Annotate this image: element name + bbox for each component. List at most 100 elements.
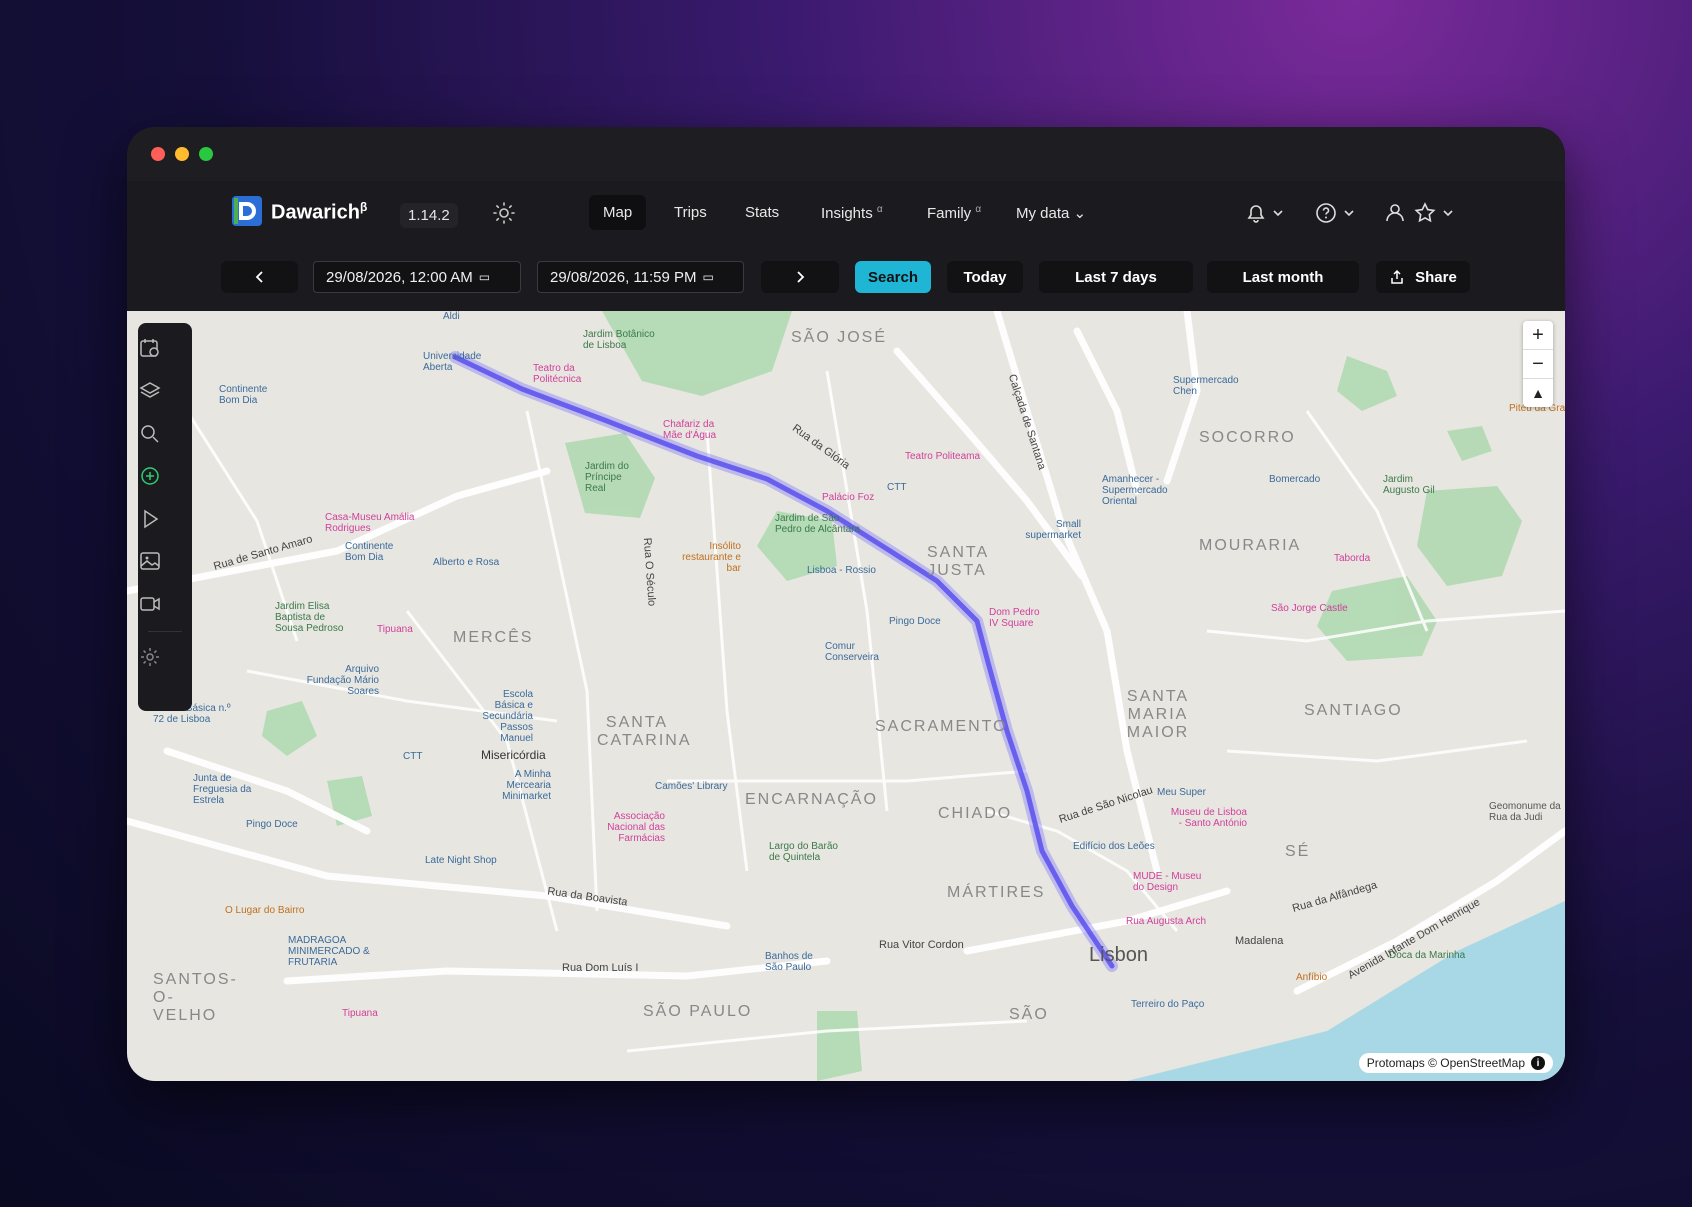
compass-reset-icon[interactable]: ▲ [1523,379,1553,407]
poi-dom-pedro[interactable]: Dom Pedro IV Square [989,607,1049,629]
map-canvas[interactable]: SÃO JOSÉ SOCORRO MOURARIA SANTA JUSTA ME… [127,311,1565,1081]
zoom-controls: + − ▲ [1523,321,1553,407]
poi-mude[interactable]: MUDE - Museu do Design [1133,871,1203,893]
search-icon[interactable] [138,422,162,446]
image-icon[interactable] [138,549,162,573]
poi-associacao-farmacias[interactable]: Associação Nacional das Farmácias [575,811,665,844]
last-month-button[interactable]: Last month [1207,261,1359,293]
poi-ctt-2[interactable]: CTT [403,751,422,762]
video-icon[interactable] [138,592,162,616]
poi-escola-passos-manuel[interactable]: Escola Básica e Secundária Passos Manuel [473,689,533,744]
poi-tipuana-1[interactable]: Tipuana [377,624,413,635]
poi-ctt[interactable]: CTT [887,482,906,493]
search-button[interactable]: Search [855,261,931,293]
poi-late-night-shop[interactable]: Late Night Shop [425,855,497,866]
poi-alberto-rosa[interactable]: Alberto e Rosa [433,557,499,568]
poi-rossio[interactable]: Lisboa - Rossio [807,565,876,576]
poi-madalena[interactable]: Madalena [1235,935,1283,947]
settings-gear-icon[interactable] [138,645,162,669]
poi-continente-2[interactable]: Continente Bom Dia [345,541,405,563]
poi-jardim-sao-pedro[interactable]: Jardim de São Pedro de Alcântara [775,513,865,535]
poi-largo-barao[interactable]: Largo do Barão de Quintela [769,841,839,863]
sun-icon[interactable] [492,201,516,225]
minimize-window-button[interactable] [175,147,189,161]
poi-pingo-doce-west[interactable]: Pingo Doce [246,819,298,830]
poi-junta-freguesia[interactable]: Junta de Freguesia da Estrela [193,773,273,806]
poi-supermercado-chen[interactable]: Supermercado Chen [1173,375,1253,397]
poi-camoes-library[interactable]: Camões' Library [655,781,728,792]
poi-tipuana-2[interactable]: Tipuana [342,1008,378,1019]
poi-universidade-aberta[interactable]: Universidade Aberta [423,351,483,373]
poi-geomonumento[interactable]: Geomonume da Rua da Judi [1489,801,1565,823]
calendar-clock-icon[interactable] [138,336,162,360]
district-santos-o-velho: SANTOS-O-VELHO [153,971,238,1024]
poi-pingo-doce-center[interactable]: Pingo Doce [889,616,941,627]
poi-banhos-sao-paulo[interactable]: Banhos de São Paulo [765,951,825,973]
last-7-days-button[interactable]: Last 7 days [1039,261,1193,293]
version-badge: 1.14.2 [400,203,458,228]
district-encarnacao: ENCARNAÇÃO [745,791,878,808]
maximize-window-button[interactable] [199,147,213,161]
nav-family[interactable]: Family α [913,195,995,231]
poi-taborda[interactable]: Taborda [1334,553,1370,564]
district-sao-jose: SÃO JOSÉ [791,329,888,346]
start-date-value: 29/08/2026, 12:00 AM [326,268,473,286]
poi-jardim-elisa[interactable]: Jardim Elisa Baptista de Sousa Pedroso [275,601,355,634]
next-day-button[interactable] [761,261,839,293]
poi-rua-augusta-arch[interactable]: Rua Augusta Arch [1126,916,1206,927]
poi-bomercado[interactable]: Bomercado [1269,474,1320,485]
zoom-out-button[interactable]: − [1523,350,1553,379]
user-icon[interactable] [1383,201,1407,225]
close-window-button[interactable] [151,147,165,161]
poi-arquivo[interactable]: Arquivo Fundação Mário Soares [299,664,379,697]
map-tools-sidebar [138,323,192,711]
star-icon[interactable] [1413,201,1457,225]
poi-meu-super[interactable]: Meu Super [1157,787,1206,798]
poi-jardim-principe-real[interactable]: Jardim do Príncipe Real [585,461,645,494]
nav-map[interactable]: Map [589,195,647,230]
poi-insolito[interactable]: Insólito restaurante e bar [671,541,741,574]
today-button[interactable]: Today [947,261,1023,293]
notifications-bell-icon[interactable] [1243,201,1287,225]
play-icon[interactable] [138,507,162,531]
zoom-in-button[interactable]: + [1523,321,1553,350]
poi-edificio-leoes[interactable]: Edifício dos Leões [1073,841,1155,852]
brand-name[interactable]: Dawarichβ [271,200,367,225]
poi-teatro-politeama[interactable]: Teatro Politeama [905,451,980,462]
poi-terreiro-do-paco[interactable]: Terreiro do Paço [1131,999,1204,1010]
poi-sao-jorge-castle[interactable]: São Jorge Castle [1271,603,1348,614]
layers-icon[interactable] [138,379,162,403]
nav-insights[interactable]: Insights α [807,195,897,231]
district-santa-maria-maior: SANTA MARIA MAIOR [1126,688,1190,741]
poi-museu-lisboa[interactable]: Museu de Lisboa - Santo António [1167,807,1247,829]
end-date-input[interactable]: 29/08/2026, 11:59 PM ▭ [537,261,744,293]
poi-misericordia[interactable]: Misericórdia [481,748,546,762]
add-circle-icon[interactable] [138,464,162,488]
poi-palacio-foz[interactable]: Palácio Foz [822,492,874,503]
street-rua-dom-luis: Rua Dom Luís I [562,962,639,974]
info-icon[interactable]: i [1531,1056,1545,1070]
date-toolbar: 29/08/2026, 12:00 AM ▭ 29/08/2026, 11:59… [127,244,1565,311]
previous-day-button[interactable] [221,261,298,293]
poi-chafariz[interactable]: Chafariz da Mãe d'Água [663,419,723,441]
poi-continente-1[interactable]: Continente Bom Dia [219,384,279,406]
poi-aldi[interactable]: Aldi [443,311,460,322]
nav-my-data[interactable]: My data ⌄ [1002,195,1100,231]
poi-mercearia[interactable]: A Minha Mercearia Minimarket [471,769,551,802]
poi-jardim-botanico[interactable]: Jardim Botânico de Lisboa [583,329,663,351]
poi-amanhecer[interactable]: Amanhecer - Supermercado Oriental [1102,474,1192,507]
start-date-input[interactable]: 29/08/2026, 12:00 AM ▭ [313,261,521,293]
help-question-icon[interactable] [1314,201,1358,225]
poi-teatro-politecnica[interactable]: Teatro da Politécnica [533,363,583,385]
nav-stats[interactable]: Stats [731,195,793,230]
poi-comur[interactable]: Comur Conserveira [825,641,885,663]
poi-madragoa[interactable]: MADRAGOA MINIMERCADO & FRUTARIA [288,935,378,968]
dawarich-logo-icon[interactable] [230,194,264,228]
poi-casa-museu[interactable]: Casa-Museu Amália Rodrigues [325,512,415,534]
poi-small-supermarket[interactable]: Small supermarket [1021,519,1081,541]
poi-jardim-augusto-gil[interactable]: Jardim Augusto Gil [1383,474,1443,496]
poi-anfibio[interactable]: Anfíbio [1296,972,1327,983]
share-button[interactable]: Share [1376,261,1470,293]
poi-lugar-do-bairro[interactable]: O Lugar do Bairro [225,905,305,916]
nav-trips[interactable]: Trips [660,195,721,230]
